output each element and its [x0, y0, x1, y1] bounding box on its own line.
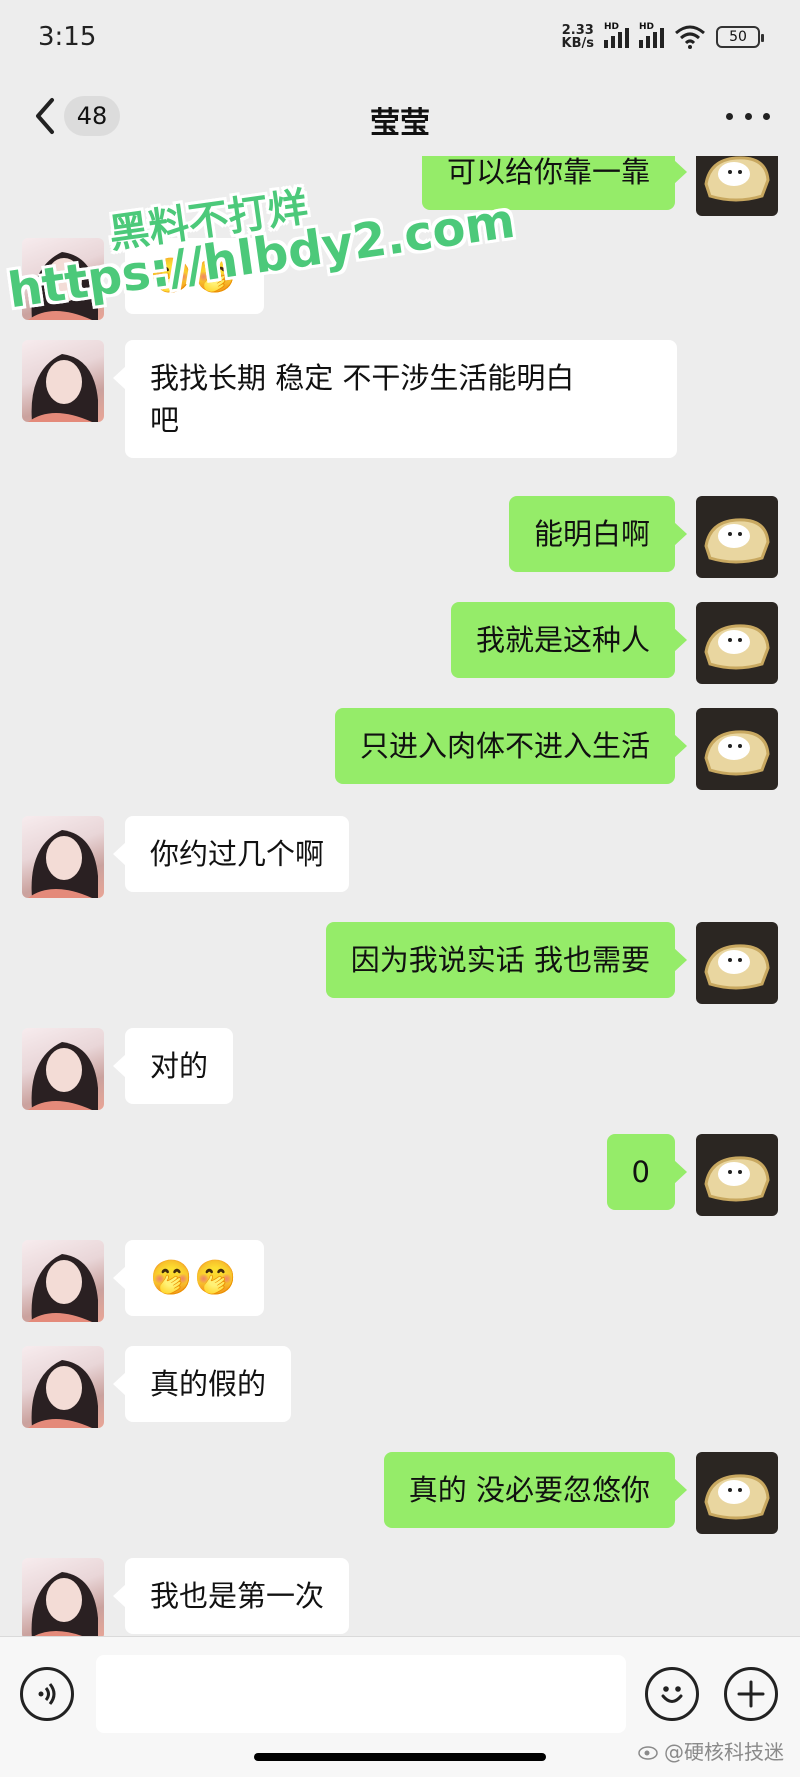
- my-avatar[interactable]: [696, 1134, 778, 1216]
- signal-icon-2: HD: [639, 22, 664, 48]
- message-row: 真的 没必要忽悠你: [0, 1452, 800, 1534]
- contact-avatar[interactable]: [22, 1346, 104, 1428]
- signal-hd-label-2: HD: [639, 22, 655, 32]
- signal-icon: HD: [604, 22, 629, 48]
- message-bubble-outgoing[interactable]: 能明白啊: [508, 496, 688, 572]
- message-bubble-incoming[interactable]: 🤭🤭: [113, 1240, 264, 1316]
- message-row: 🤭🤭: [0, 1240, 800, 1326]
- voice-input-icon[interactable]: [20, 1667, 74, 1721]
- weibo-icon: [638, 1745, 658, 1760]
- message-row: 你约过几个啊: [0, 816, 800, 898]
- message-bubble-incoming[interactable]: 真的假的: [112, 1346, 292, 1422]
- message-bubble-outgoing[interactable]: 我就是这种人: [450, 602, 688, 678]
- my-avatar[interactable]: [696, 922, 778, 1004]
- contact-avatar[interactable]: [22, 1028, 104, 1110]
- chat-header: 48 莹莹: [0, 76, 800, 156]
- message-row: 我也是第一次: [0, 1558, 800, 1636]
- chat-title: 莹莹: [370, 106, 430, 141]
- message-bubble-outgoing[interactable]: 只进入肉体不进入生活: [334, 708, 688, 784]
- message-bubble-incoming[interactable]: 你约过几个啊: [112, 816, 350, 892]
- message-list[interactable]: 可以给你靠一靠 🤭🤭 我找长期 稳定 不干涉生活能明白 吧 能明白啊 我就是这种…: [0, 156, 800, 1636]
- message-row: 能明白啊: [0, 496, 800, 578]
- message-row: 我就是这种人: [0, 602, 800, 684]
- message-row: 只进入肉体不进入生活: [0, 708, 800, 790]
- my-avatar[interactable]: [696, 602, 778, 684]
- message-bubble-outgoing[interactable]: 0: [606, 1134, 688, 1210]
- message-row: 0: [0, 1134, 800, 1216]
- message-bubble-incoming[interactable]: 对的: [112, 1028, 234, 1104]
- status-time: 3:15: [38, 22, 97, 52]
- contact-avatar[interactable]: [22, 1240, 104, 1322]
- status-bar: 3:15 2.33 KB/s HD HD 50: [0, 0, 800, 76]
- source-credit-text: @硬核科技迷: [664, 1740, 784, 1764]
- message-bubble-incoming[interactable]: 我找长期 稳定 不干涉生活能明白 吧: [113, 340, 677, 458]
- my-avatar[interactable]: [696, 1452, 778, 1534]
- message-bubble-incoming[interactable]: 我也是第一次: [112, 1558, 350, 1634]
- contact-avatar[interactable]: [22, 1558, 104, 1636]
- message-row: 因为我说实话 我也需要: [0, 922, 800, 1004]
- plus-icon[interactable]: [724, 1667, 778, 1721]
- battery-icon: 50: [716, 26, 764, 48]
- my-avatar[interactable]: [696, 156, 778, 216]
- message-row: 我找长期 稳定 不干涉生活能明白 吧: [0, 340, 800, 472]
- my-avatar[interactable]: [696, 708, 778, 790]
- signal-hd-label: HD: [604, 22, 620, 32]
- more-options-icon[interactable]: [726, 98, 770, 134]
- message-row: 真的假的: [0, 1346, 800, 1428]
- input-bar: @硬核科技迷: [0, 1636, 800, 1777]
- network-speed: 2.33 KB/s: [562, 24, 594, 50]
- battery-level: 50: [729, 29, 747, 45]
- emoji-icon[interactable]: [645, 1667, 699, 1721]
- contact-avatar[interactable]: [22, 816, 104, 898]
- message-bubble-outgoing[interactable]: 因为我说实话 我也需要: [325, 922, 688, 998]
- network-speed-unit: KB/s: [561, 36, 594, 51]
- source-credit: @硬核科技迷: [638, 1736, 784, 1765]
- message-input[interactable]: [96, 1655, 626, 1733]
- status-icons: 2.33 KB/s HD HD 50: [562, 22, 764, 52]
- contact-avatar[interactable]: [22, 340, 104, 422]
- message-row: 对的: [0, 1028, 800, 1110]
- wifi-icon: [675, 25, 705, 49]
- home-indicator[interactable]: [254, 1753, 546, 1761]
- message-bubble-outgoing[interactable]: 真的 没必要忽悠你: [383, 1452, 688, 1528]
- my-avatar[interactable]: [696, 496, 778, 578]
